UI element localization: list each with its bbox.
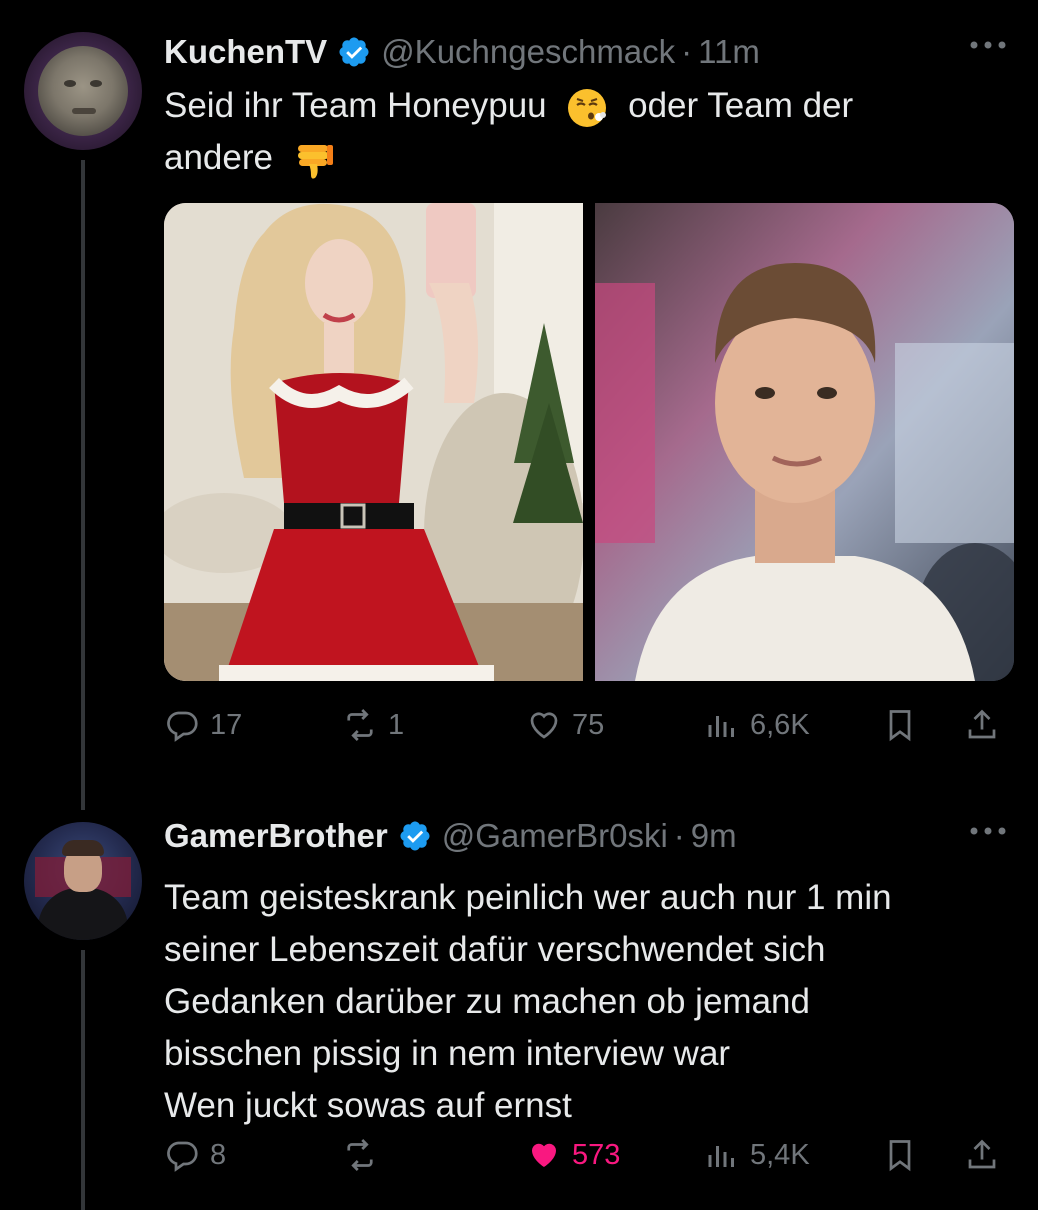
media-image-left[interactable] [164,203,583,681]
retweet-button[interactable]: 1 [342,700,404,750]
like-count: 75 [572,708,605,741]
share-icon [968,1139,996,1169]
timestamp[interactable]: 11m [698,33,760,71]
view-count: 5,4K [750,1138,810,1171]
more-options-icon[interactable] [968,824,1008,838]
heart-icon [530,712,558,739]
tweet-text: Seid ihr Team Honeypuu oder Team der and… [164,80,1004,184]
tweet-text-line: Team geisteskrank peinlich wer auch nur … [164,878,892,917]
share-button[interactable] [964,700,1010,750]
share-button[interactable] [964,1130,1010,1180]
face-exhaling-emoji-icon [568,88,607,127]
tweet-header: KuchenTV @Kuchngeschmack · 11m [164,30,760,74]
view-count: 6,6K [750,708,810,741]
tweet-text-segment: andere [164,138,273,177]
retweet-count: 1 [388,708,405,741]
reply-button[interactable]: 17 [164,700,242,750]
action-bar: 8 573 5,4K [164,1130,1010,1180]
like-button[interactable]: 573 [526,1130,620,1180]
retweet-button[interactable] [342,1130,388,1180]
avatar-photo [38,46,128,136]
photo-woman-santa-dress [164,203,583,681]
tweet-text-line: seiner Lebenszeit dafür verschwendet sic… [164,930,826,969]
thread-line [81,950,85,1210]
avatar-hair [62,840,104,856]
reply-count: 17 [210,708,243,741]
author-handle[interactable]: @GamerBr0ski [442,817,668,855]
tweet-text-segment: Seid ihr Team Honeypuu [164,86,547,125]
bookmark-icon [889,710,911,742]
heart-filled-icon [532,1143,556,1167]
verified-badge-icon [339,37,369,67]
tweet[interactable]: GamerBrother @GamerBr0ski · 9m Team geis… [0,790,1038,1210]
thread-line [81,160,85,810]
retweet-icon [347,1139,373,1171]
tweet-text-segment: oder Team der [628,86,854,125]
tweet-text-line: Wen juckt sowas auf ernst [164,1086,572,1125]
thumbs-down-emoji-icon [297,144,333,179]
separator-dot: · [681,33,693,70]
timestamp[interactable]: 9m [691,817,737,855]
author-handle[interactable]: @Kuchngeschmack [381,33,675,71]
more-options-icon[interactable] [968,38,1008,52]
author-name[interactable]: GamerBrother [164,817,388,855]
views-button[interactable]: 6,6K [704,700,810,750]
retweet-icon [347,709,373,741]
avatar[interactable] [24,822,142,940]
photo-man-portrait [595,203,1014,681]
author-name[interactable]: KuchenTV [164,33,327,71]
reply-button[interactable]: 8 [164,1130,226,1180]
like-count: 573 [572,1138,621,1171]
share-icon [968,709,996,739]
views-chart-icon [708,716,734,737]
action-bar: 17 1 75 6,6K [164,700,1010,750]
separator-dot: · [673,817,685,854]
tweet-header: GamerBrother @GamerBr0ski · 9m [164,814,737,858]
like-button[interactable]: 75 [526,700,604,750]
tweet[interactable]: KuchenTV @Kuchngeschmack · 11m Seid ihr … [0,0,1038,810]
tweet-text-line: Gedanken darüber zu machen ob jemand [164,982,810,1021]
views-chart-icon [708,1146,734,1167]
bookmark-button[interactable] [882,1130,928,1180]
reply-count: 8 [210,1138,227,1171]
media-grid[interactable] [164,203,1014,681]
reply-icon [167,1141,198,1172]
media-image-right[interactable] [595,203,1014,681]
bookmark-button[interactable] [882,700,928,750]
bookmark-icon [889,1140,911,1172]
verified-badge-icon [400,821,430,851]
tweet-text-line: bisschen pissig in nem interview war [164,1034,731,1073]
tweet-text: Team geisteskrank peinlich wer auch nur … [164,872,1004,1132]
avatar[interactable] [24,32,142,150]
reply-icon [167,711,198,742]
views-button[interactable]: 5,4K [704,1130,810,1180]
